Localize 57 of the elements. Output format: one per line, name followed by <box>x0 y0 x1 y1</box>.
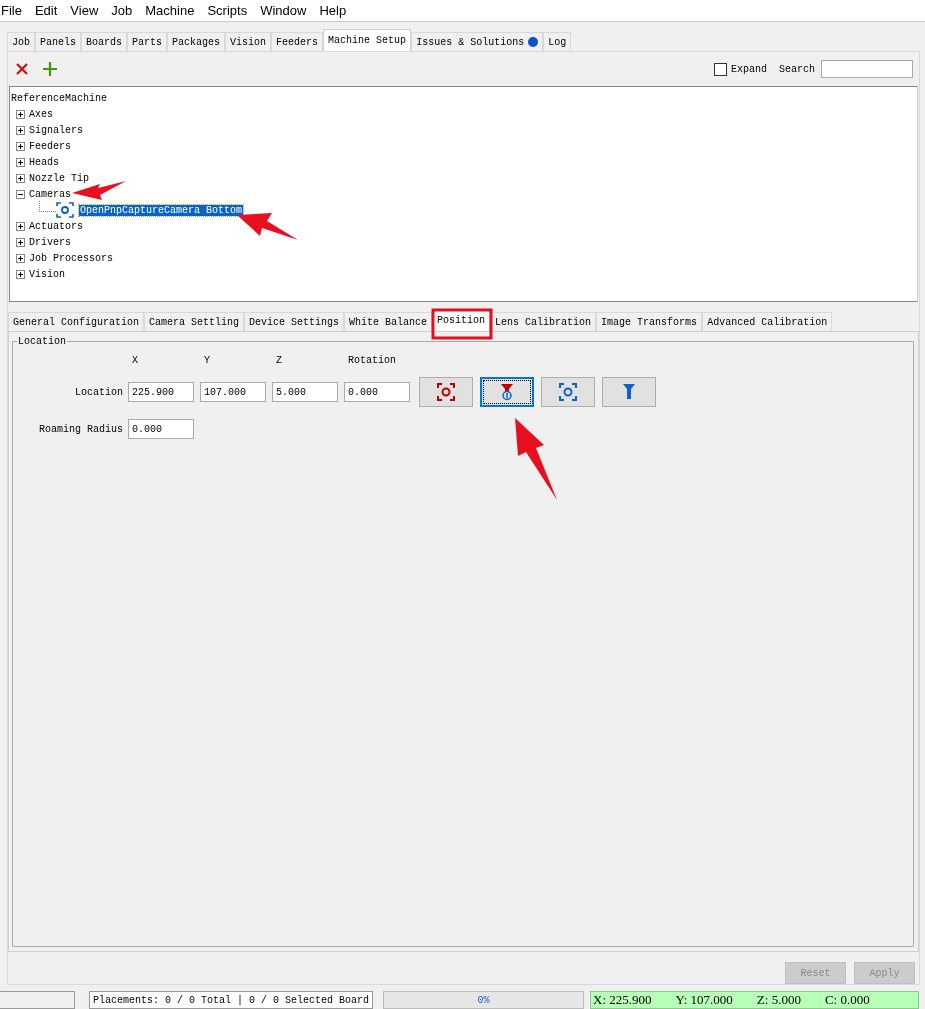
input-field[interactable]: 107.000 <box>200 382 266 402</box>
axis-reading: C: 0.000 <box>824 992 870 1008</box>
checkbox-label: Expand <box>730 63 767 75</box>
tab[interactable]: Machine Setup <box>323 29 412 51</box>
search-label: Search <box>779 63 815 75</box>
axis-reading: X: 225.900 <box>593 992 652 1008</box>
progress-reading: 0% <box>477 994 490 1006</box>
menu-item[interactable]: Scripts <box>201 3 254 18</box>
tree-item[interactable]: Signalers <box>29 124 83 136</box>
status-text: Placements: 0 / 0 Total | 0 / 0 Selected Board <box>89 991 374 1009</box>
tab[interactable]: Advanced Calibration <box>702 312 833 331</box>
tree-item[interactable]: Feeders <box>29 140 71 152</box>
axis-reading: Z: 5.000 <box>756 992 801 1008</box>
tab[interactable]: Packages <box>167 32 226 51</box>
menu-item[interactable]: Edit <box>28 3 64 18</box>
field-label: Location <box>74 386 124 398</box>
menu-item[interactable]: Window <box>254 3 313 18</box>
tree-item[interactable]: Actuators <box>29 220 83 232</box>
column-header: Z <box>276 355 282 366</box>
input-field[interactable]: 0.000 <box>128 419 194 439</box>
tab[interactable]: Image Transforms <box>596 312 703 331</box>
tree-item[interactable]: OpenPnpCaptureCamera Bottom <box>79 204 244 216</box>
tree-item[interactable]: Job Processors <box>29 252 113 264</box>
tab[interactable]: Job <box>7 32 35 51</box>
group-title: Location <box>17 336 67 347</box>
column-header: Rotation <box>348 355 396 366</box>
tab[interactable]: Parts <box>127 32 168 51</box>
menu-item[interactable]: View <box>64 3 105 18</box>
tab[interactable]: Lens Calibration <box>490 312 597 331</box>
tab[interactable]: White Balance <box>344 312 433 331</box>
tree-item[interactable]: Drivers <box>29 236 71 248</box>
column-header: X <box>132 355 138 366</box>
tree-item[interactable]: ReferenceMachine <box>11 92 107 104</box>
tree-item[interactable]: Heads <box>29 156 59 168</box>
axis-reading: Y: 107.000 <box>675 992 733 1008</box>
tab[interactable]: Panels <box>35 32 82 51</box>
menu-item[interactable]: File <box>1 3 28 18</box>
tab[interactable]: General Configuration <box>8 312 145 331</box>
tab[interactable]: Issues & Solutions <box>411 32 544 51</box>
menu-item[interactable]: Machine <box>139 3 201 18</box>
column-header: Y <box>204 355 210 366</box>
input-field[interactable]: 225.900 <box>128 382 194 402</box>
tab[interactable]: Device Settings <box>244 312 345 331</box>
menu-item[interactable]: Help <box>313 3 353 18</box>
tab[interactable]: Vision <box>225 32 272 51</box>
input-field[interactable]: 5.000 <box>272 382 338 402</box>
tree-item[interactable]: Axes <box>29 108 53 120</box>
tab[interactable]: Camera Settling <box>144 312 245 331</box>
tree-item[interactable]: Nozzle Tip <box>29 172 89 184</box>
tab[interactable]: Log <box>543 32 572 51</box>
tree-item[interactable]: Vision <box>29 268 65 280</box>
field-label: Roaming Radius <box>38 423 124 435</box>
menu-item[interactable]: Job <box>105 3 139 18</box>
tab[interactable]: Boards <box>81 32 128 51</box>
tab[interactable]: Feeders <box>271 32 324 51</box>
tree-item[interactable]: Cameras <box>29 188 71 200</box>
input-field[interactable]: 0.000 <box>344 382 410 402</box>
